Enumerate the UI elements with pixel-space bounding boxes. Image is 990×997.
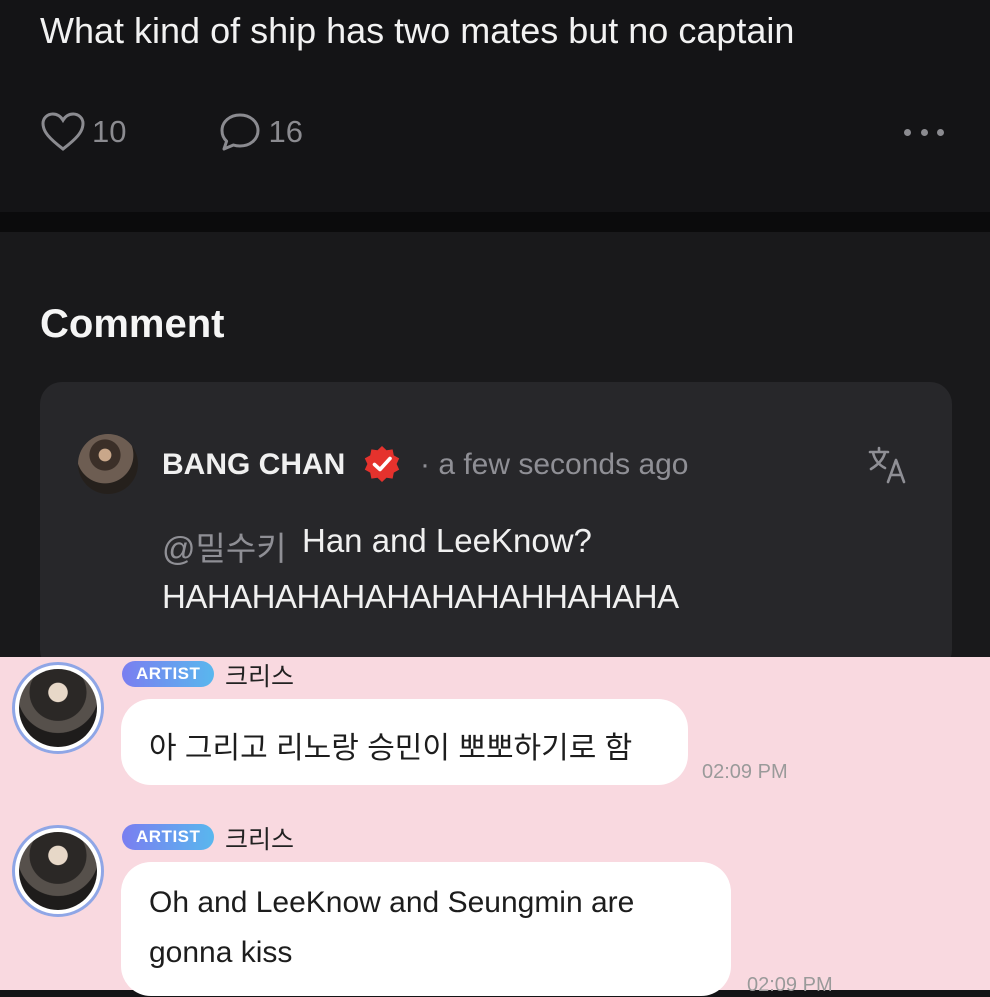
comment-count: 16 [268,114,303,149]
comment-timestamp: · a few seconds ago [420,448,689,481]
comment-text-line-2: HAHAHAHAHAHAHAHAHHAHAHA [162,578,679,615]
comment-bubble-icon [220,113,260,151]
comment-button[interactable]: 16 [218,111,303,153]
artist-badge: ARTIST [122,824,215,850]
translate-icon[interactable] [866,444,908,486]
post-actions: 10 16 [40,108,303,156]
section-title: Comment [40,302,225,346]
sender-name: 크리스 [225,826,295,854]
avatar[interactable] [78,434,138,494]
verified-badge-icon [364,446,400,482]
comment-section: Comment BANG CHAN · a few seconds ago @밀… [0,232,990,672]
comment-mention[interactable]: @밀수키 [162,522,287,570]
message-text-line-1: Oh and LeeKnow and Seungmin are [149,886,635,919]
message-bubble[interactable]: Oh and LeeKnow and Seungmin are gonna ki… [121,862,731,996]
message-bubble[interactable]: 아 그리고 리노랑 승민이 뽀뽀하기로 함 [121,699,688,785]
like-button[interactable]: 10 [40,111,126,153]
chat-panel: ARTIST 크리스 아 그리고 리노랑 승민이 뽀뽀하기로 함 02:09 P… [0,657,990,996]
more-options-icon [904,128,911,136]
message-time: 02:09 PM [702,761,788,783]
message-time: 02:09 PM [747,974,833,996]
sender-name: 크리스 [225,663,295,691]
heart-icon [41,112,85,151]
avatar[interactable] [12,662,104,754]
more-options-icon [937,128,944,136]
section-divider [0,212,990,232]
post: What kind of ship has two mates but no c… [0,0,990,212]
comment-card: BANG CHAN · a few seconds ago @밀수키 Han a… [40,382,952,672]
comment-author[interactable]: BANG CHAN [162,448,345,482]
comment-text-line-1: Han and LeeKnow? [302,522,592,559]
message-text-line-2: gonna kiss [149,936,293,969]
more-options-button[interactable] [904,112,944,152]
like-count: 10 [92,114,127,149]
more-options-icon [920,128,928,136]
post-text: What kind of ship has two mates but no c… [40,10,795,51]
artist-badge: ARTIST [122,661,215,687]
message-text: 아 그리고 리노랑 승민이 뽀뽀하기로 함 [149,732,633,765]
avatar[interactable] [12,825,104,917]
